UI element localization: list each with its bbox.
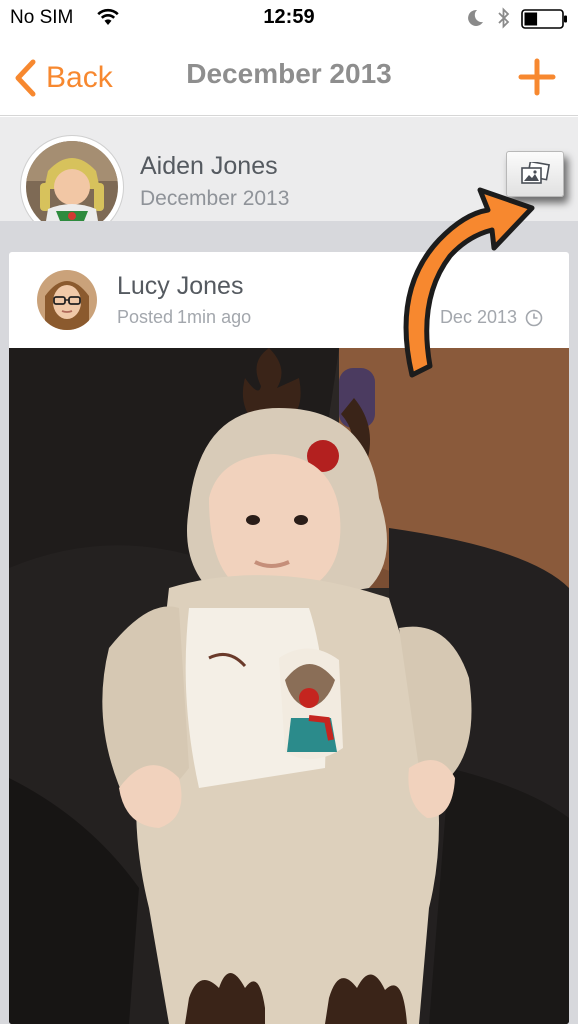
status-time: 12:59: [263, 6, 315, 28]
posted-ago: 1min ago: [177, 307, 252, 327]
profile-date: December 2013: [140, 187, 290, 210]
plus-icon[interactable]: [518, 58, 556, 96]
battery-icon: [521, 9, 567, 29]
moon-icon: [468, 9, 483, 26]
nav-bar: Back December 2013: [0, 38, 578, 116]
clock-icon: [525, 309, 543, 326]
back-button[interactable]: Back: [12, 56, 113, 100]
author-avatar[interactable]: [37, 270, 97, 330]
child-avatar-photo: [26, 141, 118, 233]
baby-reindeer-photo: [9, 348, 569, 1024]
photo-gallery-icon: [521, 162, 550, 184]
posted-prefix: Posted: [117, 307, 174, 327]
status-bar: No SIM 12:59: [0, 0, 578, 38]
back-label: Back: [46, 61, 113, 94]
post-time-ago: Posted 1min ago: [117, 307, 255, 328]
gallery-button[interactable]: [506, 151, 564, 197]
post-date: Dec 2013: [440, 307, 543, 328]
chevron-left-icon: [15, 59, 36, 97]
bluetooth-icon: [498, 7, 510, 29]
post-author: Lucy Jones: [117, 272, 244, 300]
profile-header: Aiden Jones December 2013: [0, 117, 578, 239]
author-avatar-photo: [37, 270, 97, 330]
post-photo[interactable]: [9, 348, 569, 1024]
post-card[interactable]: Lucy Jones Posted 1min ago Dec 2013: [9, 252, 569, 1024]
post-date-label: Dec 2013: [439, 307, 517, 327]
child-name: Aiden Jones: [140, 152, 278, 180]
